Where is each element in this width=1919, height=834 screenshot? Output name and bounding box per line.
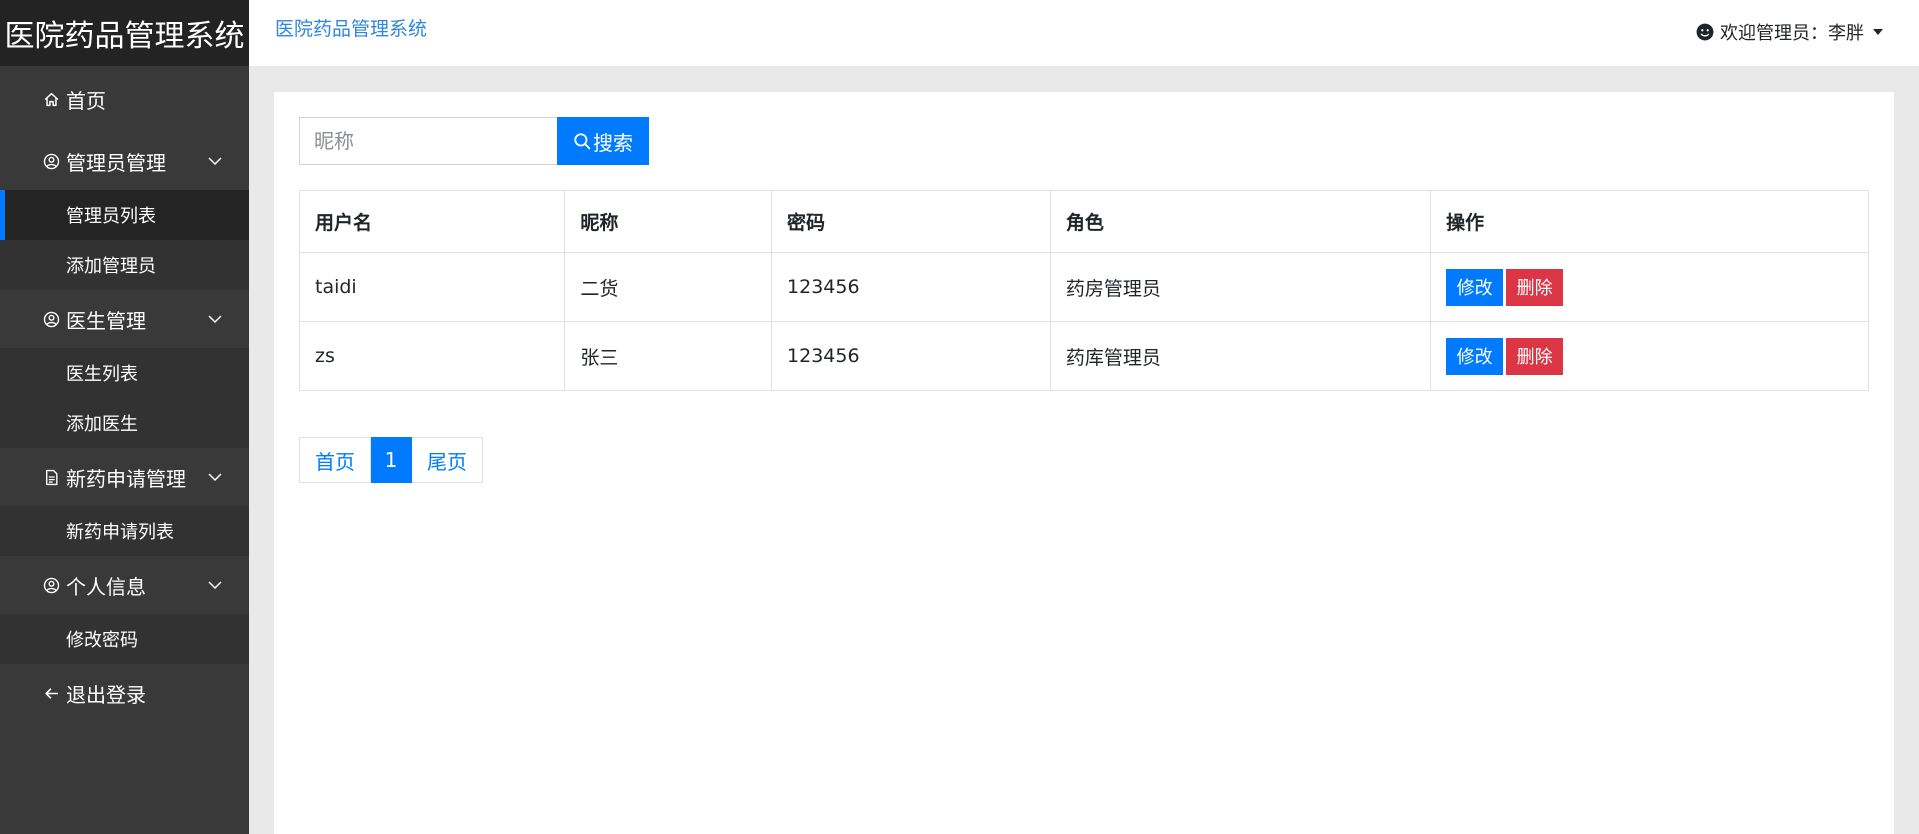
user-circle-icon bbox=[42, 576, 60, 594]
search-icon bbox=[574, 133, 591, 150]
sidebar-item-add-admin[interactable]: 添加管理员 bbox=[0, 240, 249, 290]
cell-password: 123456 bbox=[771, 321, 1051, 391]
home-icon bbox=[42, 90, 60, 108]
chevron-down-icon bbox=[208, 157, 222, 166]
sidebar-item-label: 退出登录 bbox=[66, 682, 146, 707]
sidebar-group-doctor-management[interactable]: 医生管理 bbox=[0, 290, 249, 348]
sidebar-group-label: 管理员管理 bbox=[66, 150, 166, 175]
pagination-first-page[interactable]: 首页 bbox=[299, 437, 371, 483]
sidebar-group-label: 医生管理 bbox=[66, 308, 146, 333]
pagination-current-page[interactable]: 1 bbox=[371, 437, 412, 483]
sidebar-item-add-doctor[interactable]: 添加医生 bbox=[0, 398, 249, 448]
pagination-last-page[interactable]: 尾页 bbox=[412, 437, 483, 483]
sidebar-group-label: 新药申请管理 bbox=[66, 466, 186, 491]
sidebar-item-home[interactable]: 首页 bbox=[0, 66, 249, 132]
edit-button[interactable]: 修改 bbox=[1446, 337, 1504, 375]
delete-button[interactable]: 删除 bbox=[1506, 268, 1564, 306]
cell-actions: 修改 删除 bbox=[1430, 321, 1869, 391]
submenu-personal: 修改密码 bbox=[0, 614, 249, 664]
table-row: taidi 二货 123456 药房管理员 修改 删除 bbox=[298, 252, 1869, 322]
cell-role: 药房管理员 bbox=[1049, 252, 1432, 322]
brand-title: 医院药品管理系统 bbox=[0, 0, 249, 66]
sidebar-group-personal-info[interactable]: 个人信息 bbox=[0, 556, 249, 614]
top-bar: 医院药品管理系统 欢迎管理员：李胖 bbox=[249, 0, 1919, 66]
sidebar-item-change-password[interactable]: 修改密码 bbox=[0, 614, 249, 664]
column-header-actions: 操作 bbox=[1430, 190, 1869, 253]
sidebar-item-new-drug-list[interactable]: 新药申请列表 bbox=[0, 506, 249, 556]
search-input[interactable] bbox=[299, 117, 557, 165]
cell-username: zs bbox=[298, 321, 566, 391]
sidebar: 医院药品管理系统 首页 管理员管理 管理员列表 添加管理员 医生管理 医生列表 … bbox=[0, 0, 249, 834]
user-welcome-label: 欢迎管理员：李胖 bbox=[1720, 23, 1864, 44]
sidebar-item-admin-list[interactable]: 管理员列表 bbox=[0, 190, 249, 240]
top-bar-title[interactable]: 医院药品管理系统 bbox=[275, 14, 427, 41]
user-menu-dropdown[interactable]: 欢迎管理员：李胖 bbox=[1696, 19, 1883, 45]
user-circle-icon bbox=[42, 152, 60, 170]
submenu-new-drug: 新药申请列表 bbox=[0, 506, 249, 556]
sidebar-group-label: 个人信息 bbox=[66, 574, 146, 599]
cell-role: 药库管理员 bbox=[1049, 321, 1432, 391]
arrow-left-icon bbox=[42, 684, 60, 702]
sidebar-item-label: 首页 bbox=[66, 88, 106, 113]
chevron-down-icon bbox=[208, 473, 222, 482]
chevron-down-icon bbox=[208, 315, 222, 324]
cell-password: 123456 bbox=[771, 252, 1051, 322]
submenu-admin: 管理员列表 添加管理员 bbox=[0, 190, 249, 290]
cell-nickname: 二货 bbox=[564, 252, 773, 322]
sidebar-item-logout[interactable]: 退出登录 bbox=[0, 664, 249, 722]
sidebar-item-doctor-list[interactable]: 医生列表 bbox=[0, 348, 249, 398]
smile-icon bbox=[1696, 23, 1714, 41]
main-content-card: 搜索 用户名 昵称 密码 角色 操作 taidi 二货 123456 药房管理员… bbox=[274, 92, 1894, 834]
column-header-username: 用户名 bbox=[298, 190, 566, 253]
sidebar-group-new-drug-application[interactable]: 新药申请管理 bbox=[0, 448, 249, 506]
search-button-label: 搜索 bbox=[593, 130, 633, 155]
column-header-role: 角色 bbox=[1049, 190, 1432, 253]
table-header-row: 用户名 昵称 密码 角色 操作 bbox=[298, 190, 1869, 253]
submenu-doctor: 医生列表 添加医生 bbox=[0, 348, 249, 448]
column-header-nickname: 昵称 bbox=[564, 190, 773, 253]
admin-table: 用户名 昵称 密码 角色 操作 taidi 二货 123456 药房管理员 修改… bbox=[298, 190, 1869, 391]
column-header-password: 密码 bbox=[771, 190, 1051, 253]
user-circle-icon bbox=[42, 310, 60, 328]
pagination: 首页 1 尾页 bbox=[299, 437, 483, 483]
table-row: zs 张三 123456 药库管理员 修改 删除 bbox=[298, 321, 1869, 391]
cell-username: taidi bbox=[298, 252, 566, 322]
chevron-down-icon bbox=[208, 581, 222, 590]
edit-button[interactable]: 修改 bbox=[1446, 268, 1504, 306]
delete-button[interactable]: 删除 bbox=[1506, 337, 1564, 375]
document-icon bbox=[42, 468, 60, 486]
sidebar-group-admin-management[interactable]: 管理员管理 bbox=[0, 132, 249, 190]
search-button[interactable]: 搜索 bbox=[557, 117, 649, 165]
cell-nickname: 张三 bbox=[564, 321, 773, 391]
caret-down-icon bbox=[1873, 29, 1883, 35]
cell-actions: 修改 删除 bbox=[1430, 252, 1869, 322]
search-bar: 搜索 bbox=[299, 117, 649, 165]
